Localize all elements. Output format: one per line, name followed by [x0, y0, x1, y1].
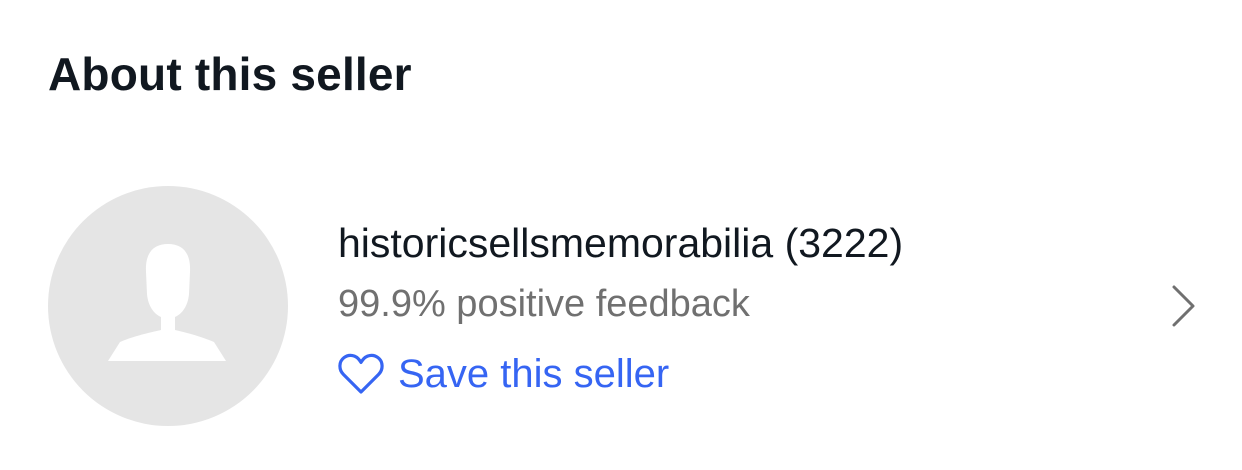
seller-name[interactable]: historicsellsmemorabilia (3222): [338, 214, 903, 272]
default-user-silhouette-icon: [108, 244, 226, 361]
section-title: About this seller: [48, 48, 412, 100]
chevron-right-icon[interactable]: [1166, 284, 1200, 328]
heart-outline-icon: [338, 353, 384, 394]
avatar: [48, 186, 288, 426]
save-seller-button[interactable]: Save this seller: [338, 346, 669, 402]
seller-row[interactable]: historicsellsmemorabilia (3222) 99.9% po…: [0, 186, 1242, 426]
save-seller-label: Save this seller: [398, 352, 670, 396]
positive-feedback-text: 99.9% positive feedback: [338, 283, 750, 325]
